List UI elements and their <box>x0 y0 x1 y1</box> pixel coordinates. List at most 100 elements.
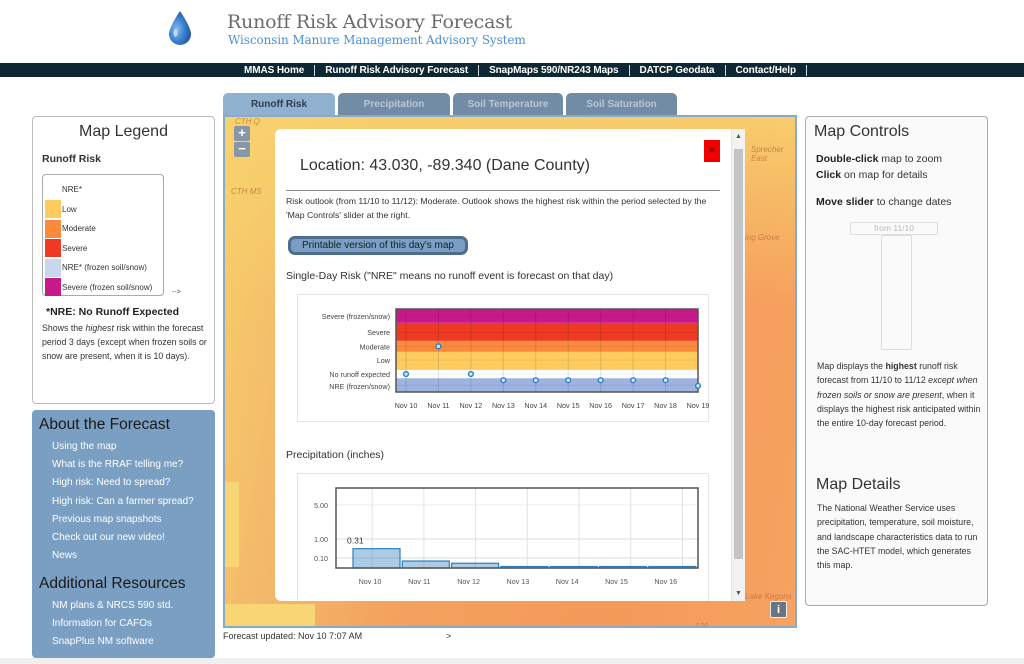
y-tick-label: Severe <box>367 328 390 337</box>
legend-label: Moderate <box>62 224 96 234</box>
popup-scrollbar[interactable]: ▲ ▼ <box>731 129 745 601</box>
risk-band <box>396 351 698 370</box>
y-tick-label: 1.00 <box>314 535 328 544</box>
x-tick-label: Nov 11 <box>408 577 430 586</box>
x-tick-label: Nov 16 <box>589 401 612 410</box>
risk-point <box>467 370 474 378</box>
legend-subtitle: Runoff Risk <box>42 153 101 165</box>
about-link-farmer-spread[interactable]: High risk: Can a farmer spread? <box>52 493 194 511</box>
legend-swatch-low <box>45 200 61 219</box>
y-tick-label: 0.10 <box>314 554 328 563</box>
resources-heading: Additional Resources <box>39 575 186 592</box>
x-tick-label: Nov 15 <box>605 577 628 586</box>
about-link-snapshots[interactable]: Previous map snapshots <box>52 511 194 529</box>
legend-item: Severe <box>43 239 163 259</box>
hint-bold: Move slider <box>816 196 874 208</box>
footer <box>0 658 1024 664</box>
x-tick-label: Nov 15 <box>557 401 580 410</box>
legend-item: NRE* <box>43 180 163 200</box>
about-link-using-map[interactable]: Using the map <box>52 438 194 456</box>
resource-link-nm-plans[interactable]: NM plans & NRCS 590 std. <box>52 597 173 615</box>
zoom-in-button[interactable]: + <box>234 126 250 141</box>
risk-point <box>435 343 442 350</box>
map-details-title: Map Details <box>816 476 901 493</box>
precip-chart-container: 0.10 1.00 5.00 0.31 Nov 10 Nov 11 Nov 12 Nov 13… <box>297 473 709 601</box>
tab-precipitation[interactable]: Precipitation <box>338 93 450 115</box>
precipitation-heading: Precipitation (inches) <box>286 449 385 461</box>
y-tick-label: Moderate <box>360 342 390 351</box>
x-tick-label: Nov 19 <box>687 401 710 410</box>
tab-soil-saturation[interactable]: Soil Saturation <box>566 93 677 115</box>
water-drop-icon <box>169 11 191 45</box>
nre-title: *NRE: No Runoff Expected <box>46 306 180 318</box>
x-tick-label: Nov 14 <box>524 401 547 410</box>
legend-swatch-severe <box>45 239 61 258</box>
divider <box>286 190 720 191</box>
tab-runoff-risk[interactable]: Runoff Risk <box>223 93 335 116</box>
legend-label: Severe (frozen soil/snow) <box>62 282 153 292</box>
x-tick-label: Nov 18 <box>654 401 677 410</box>
risk-point <box>402 370 410 378</box>
legend-label: NRE* <box>62 185 83 195</box>
about-link-rraf[interactable]: What is the RRAF telling me? <box>52 456 194 474</box>
text: Shows the <box>42 323 86 333</box>
risk-chart-container: NRE (frozen/snow) No runoff expected Low Mo… <box>297 294 709 422</box>
legend-title: Map Legend <box>79 123 168 140</box>
x-tick-label: Nov 10 <box>359 577 382 586</box>
nav-runoff-risk-forecast[interactable]: Runoff Risk Advisory Forecast <box>315 64 480 76</box>
about-heading: About the Forecast <box>39 416 170 433</box>
x-tick-label: Nov 17 <box>622 401 645 410</box>
about-link-video[interactable]: Check out our new video! <box>52 529 194 547</box>
about-link-need-spread[interactable]: High risk: Need to spread? <box>52 474 194 492</box>
text: Map displays the <box>817 361 886 371</box>
legend-item: Severe (frozen soil/snow) <box>43 278 163 298</box>
x-tick-label: Nov 12 <box>459 401 482 410</box>
main-nav: MMAS Home Runoff Risk Advisory Forecast … <box>0 63 1024 77</box>
hint-text: on map for details <box>841 169 928 181</box>
site-title: Runoff Risk Advisory Forecast <box>227 11 513 33</box>
controls-title: Map Controls <box>814 123 910 140</box>
legend-arrow: --> <box>172 289 181 296</box>
hint-bold: Double-click <box>816 153 879 165</box>
risk-point <box>500 377 507 384</box>
printable-map-button[interactable]: Printable version of this day's map <box>288 236 468 255</box>
nav-snapmaps[interactable]: SnapMaps 590/NR243 Maps <box>479 64 630 76</box>
scroll-down-icon[interactable]: ▼ <box>735 590 742 597</box>
date-slider[interactable] <box>881 235 912 350</box>
nre-description: Shows the highest risk within the foreca… <box>42 321 212 364</box>
x-tick-label: Nov 16 <box>654 577 677 586</box>
hint-bold: Click <box>816 169 842 181</box>
map-label: Sprecher East <box>751 145 784 163</box>
info-button[interactable]: i <box>770 601 787 618</box>
risk-point <box>662 377 669 384</box>
emphasis: highest <box>885 361 917 371</box>
map-low-risk-area <box>225 482 239 567</box>
about-link-news[interactable]: News <box>52 547 194 565</box>
runoff-risk-map[interactable]: CTH MS CTH Q Sprecher East ing Grove 139… <box>223 115 797 628</box>
nav-datcp-geodata[interactable]: DATCP Geodata <box>630 64 726 76</box>
emphasis: highest <box>85 323 114 333</box>
site-header: Runoff Risk Advisory Forecast Wisconsin … <box>0 0 1024 62</box>
scroll-up-icon[interactable]: ▲ <box>735 133 742 140</box>
map-low-risk-area <box>225 604 315 626</box>
zoom-control: + − <box>234 126 250 157</box>
resource-link-cafos[interactable]: Information for CAFOs <box>52 615 173 633</box>
y-tick-label: Low <box>377 356 391 365</box>
resource-link-snapplus[interactable]: SnapPlus NM software <box>52 633 173 651</box>
map-label: ing Grove <box>745 233 780 242</box>
zoom-out-button[interactable]: − <box>234 142 250 157</box>
legend-swatch-severe-frozen <box>45 278 61 297</box>
map-details-text: The National Weather Service uses precip… <box>817 503 978 571</box>
legend-item: NRE* (frozen soil/snow) <box>43 258 163 278</box>
legend-box: NRE* Low Moderate Severe NRE* (frozen so… <box>42 174 164 298</box>
map-tabs: Runoff Risk Precipitation Soil Temperatu… <box>223 93 677 116</box>
risk-point <box>565 377 572 384</box>
nav-mmas-home[interactable]: MMAS Home <box>234 64 316 76</box>
close-popup-button[interactable]: × <box>704 140 720 162</box>
y-tick-label: NRE (frozen/snow) <box>329 382 390 391</box>
control-hint: Move slider to change dates <box>816 196 951 208</box>
scrollbar-thumb[interactable] <box>734 149 743 559</box>
tab-soil-temperature[interactable]: Soil Temperature <box>453 93 563 115</box>
nav-contact-help[interactable]: Contact/Help <box>726 64 807 76</box>
hint-text: map to zoom <box>878 153 943 165</box>
